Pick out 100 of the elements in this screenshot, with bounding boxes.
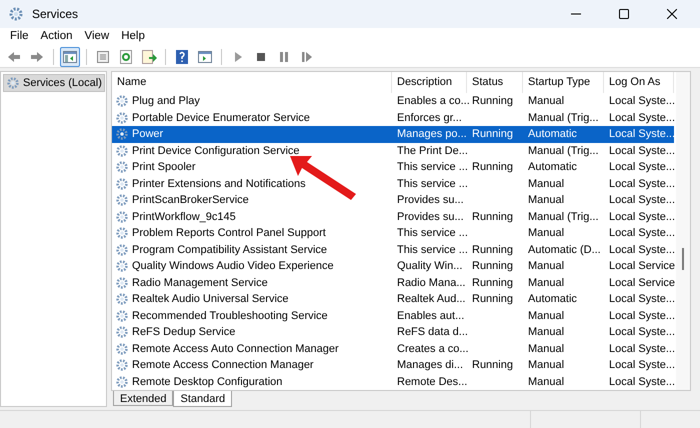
table-row[interactable]: Plug and Play Enables a co... Running Manual Local Syste... xyxy=(112,93,674,110)
menu-item[interactable]: File xyxy=(4,28,35,46)
column-header[interactable]: Startup Type xyxy=(523,72,604,93)
table-cell-text: Creates a co... xyxy=(397,342,469,356)
table-row[interactable]: PrintScanBrokerService Provides su... Manual Local Syste... xyxy=(112,192,674,208)
table-cell-text: ReFS data d... xyxy=(397,325,468,340)
table-cell-text: Local Syste... xyxy=(609,374,676,390)
table-cell-text: Local Syste... xyxy=(609,144,676,158)
table-row[interactable]: Remote Desktop Configuration Remote Des... Manual Local Syste... xyxy=(112,374,674,390)
gear-icon xyxy=(115,94,129,108)
table-row[interactable]: Printer Extensions and Notifications This service ... Manual Local Syste... xyxy=(112,176,674,192)
table-cell-text: Plug and Play xyxy=(131,94,201,109)
table-cell-text: Manual xyxy=(528,176,564,192)
table-cell-text: Running xyxy=(472,210,513,224)
table-cell-text: Automatic xyxy=(528,127,577,142)
table-row[interactable]: Radio Management Service Radio Mana... Running Manual Local Service xyxy=(112,274,674,291)
gear-icon xyxy=(8,6,24,22)
table-cell-text: Print Device Configuration Service xyxy=(131,144,301,158)
gear-icon xyxy=(115,308,129,323)
gear-icon xyxy=(6,76,20,90)
table-row[interactable]: Power Manages po... Running Automatic Local Syste... xyxy=(112,126,674,142)
table-cell-text: Enables aut... xyxy=(397,308,464,324)
table-cell-text: Local Service xyxy=(609,276,676,290)
table-cell-text: Portable Device Enumerator Service xyxy=(131,110,311,126)
tree-item[interactable]: Services (Local) xyxy=(3,74,105,92)
table-row[interactable]: Portable Device Enumerator Service Enforces gr... Manual (Trig... Local Syste... xyxy=(112,110,674,126)
table-cell-text: Running xyxy=(472,94,513,109)
table-cell-text: Power xyxy=(131,127,164,142)
table-row[interactable]: Print Spooler This service ... Running Automatic Local Syste... xyxy=(112,159,674,176)
table-cell-text: Local Syste... xyxy=(609,308,676,324)
table-cell-text: The Print De... xyxy=(397,144,468,158)
table-cell-text: Provides su... xyxy=(397,210,464,224)
table-cell-text: Manual xyxy=(528,325,564,340)
table-cell-text: Local Syste... xyxy=(609,127,676,142)
table-cell-text: Provides su... xyxy=(397,193,464,208)
table-cell-text: Manual xyxy=(528,259,564,274)
table-cell-text: Local Syste... xyxy=(609,342,676,356)
table-cell-text: Printer Extensions and Notifications xyxy=(131,176,307,192)
table-cell-text: This service ... xyxy=(397,242,468,258)
table-cell-text: Local Syste... xyxy=(609,210,676,224)
table-cell-text: Manual (Trig... xyxy=(528,210,599,224)
table-cell-text: Remote Access Auto Connection Manager xyxy=(131,342,340,356)
table-cell-text: This service ... xyxy=(397,160,468,175)
gear-icon xyxy=(115,242,129,257)
column-header[interactable]: Name xyxy=(112,72,392,93)
table-cell-text: Manual (Trig... xyxy=(528,110,599,126)
table-row[interactable]: Program Compatibility Assistant Service This service ... Running Automatic (D... Local Syste... xyxy=(112,242,674,258)
table-cell-text: ReFS Dedup Service xyxy=(131,325,236,340)
table-cell-text: Automatic (D... xyxy=(528,242,601,258)
window-title: Services xyxy=(32,6,78,23)
table-cell-text: Local Syste... xyxy=(609,358,676,373)
table-row[interactable]: Remote Access Auto Connection Manager Creates a co... Manual Local Syste... xyxy=(112,340,674,357)
close-icon xyxy=(667,9,677,19)
table-cell-text: Local Syste... xyxy=(609,325,676,340)
table-cell-text: Manual xyxy=(528,193,564,208)
table-cell-text: This service ... xyxy=(397,176,468,192)
table-cell-text: Automatic xyxy=(528,160,577,175)
maximize-icon xyxy=(619,9,629,19)
table-cell-text: Manual xyxy=(528,358,564,373)
menu-item[interactable]: Action xyxy=(34,28,78,46)
menu-item[interactable]: View xyxy=(78,28,116,46)
table-row[interactable]: PrintWorkflow_9c145 Provides su... Running Manual (Trig... Local Syste... xyxy=(112,208,674,225)
table-cell-text: Manual xyxy=(528,94,564,109)
column-header[interactable]: Description xyxy=(392,72,467,93)
table-row[interactable]: Quality Windows Audio Video Experience Quality Win... Running Manual Local Service xyxy=(112,258,674,274)
gear-icon xyxy=(115,358,129,372)
menu-item[interactable]: Help xyxy=(115,28,151,46)
table-cell-text: Manual xyxy=(528,374,564,390)
view-tab[interactable]: Standard xyxy=(173,391,232,407)
gear-icon xyxy=(115,110,129,125)
table-cell-text: Running xyxy=(472,292,513,307)
console-tree-icon[interactable] xyxy=(60,46,80,66)
table-cell-text: Local Syste... xyxy=(609,94,676,109)
table-row[interactable]: Remote Access Connection Manager Manages di... Running Manual Local Syste... xyxy=(112,357,674,374)
table-cell-text: Recommended Troubleshooting Service xyxy=(131,308,329,324)
column-header[interactable]: Log On As xyxy=(604,72,674,93)
gear-icon xyxy=(115,325,129,340)
table-cell-text: Remote Access Connection Manager xyxy=(131,358,315,373)
column-header[interactable]: Status xyxy=(467,72,523,93)
gear-icon xyxy=(115,276,129,290)
table-cell-text: Remote Des... xyxy=(397,374,468,390)
table-row[interactable]: Recommended Troubleshooting Service Enables aut... Manual Local Syste... xyxy=(112,308,674,324)
table-row[interactable]: ReFS Dedup Service ReFS data d... Manual Local Syste... xyxy=(112,324,674,340)
table-cell-text: Manual (Trig... xyxy=(528,144,599,158)
table-cell-text: Radio Mana... xyxy=(397,276,466,290)
table-cell-text: Manual xyxy=(528,308,564,324)
gear-icon xyxy=(115,127,129,142)
table-cell-text: Local Syste... xyxy=(609,176,676,192)
table-cell-text: Automatic xyxy=(528,292,577,307)
gear-icon xyxy=(115,193,129,208)
table-cell-text: Manual xyxy=(528,226,564,241)
gear-icon xyxy=(115,144,129,158)
table-row[interactable]: Print Device Configuration Service The Print De... Manual (Trig... Local Syste... xyxy=(112,142,674,159)
table-row[interactable]: Problem Reports Control Panel Support This service ... Manual Local Syste... xyxy=(112,225,674,242)
table-cell-text: Manual xyxy=(528,342,564,356)
table-row[interactable]: Realtek Audio Universal Service Realtek Aud... Running Automatic Local Syste... xyxy=(112,291,674,308)
table-cell-text: Radio Management Service xyxy=(131,276,269,290)
scrollbar[interactable] xyxy=(676,72,690,390)
view-tab[interactable]: Extended xyxy=(113,391,174,406)
table-cell-text: Print Spooler xyxy=(131,160,197,175)
